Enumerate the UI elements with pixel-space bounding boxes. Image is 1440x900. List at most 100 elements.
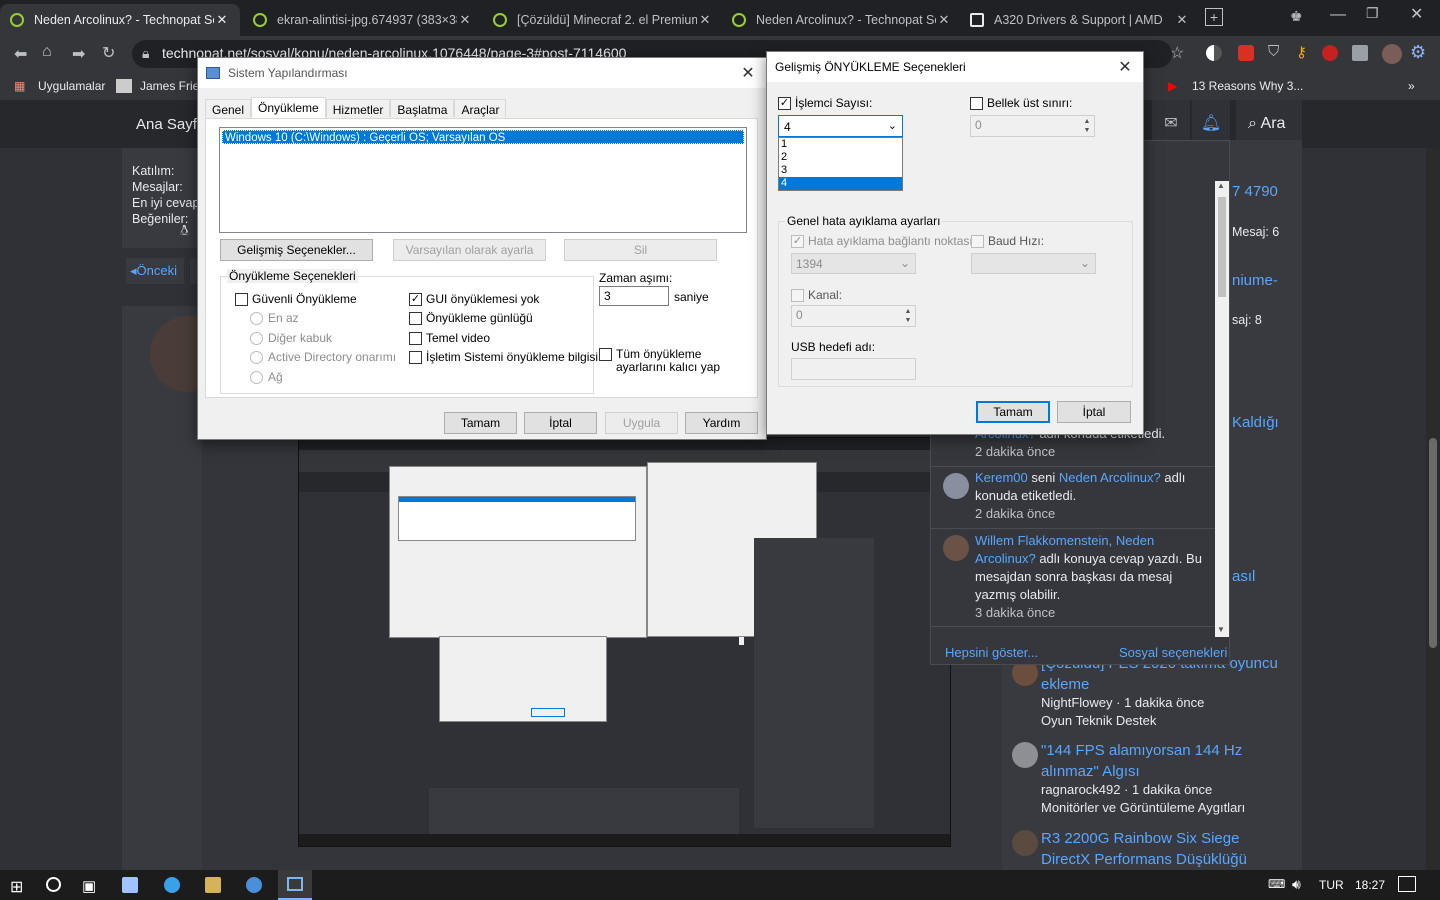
notification-user[interactable]: Willem Flakkomenstein, xyxy=(975,533,1112,548)
os-boot-info-checkbox[interactable]: İşletim Sistemi önyükleme bilgisi xyxy=(409,350,598,364)
extension-icon[interactable] xyxy=(1206,45,1222,61)
key-icon[interactable]: ⚷ xyxy=(1296,43,1307,61)
spinner-icon[interactable]: ▲ ▼ xyxy=(902,307,914,325)
home-icon[interactable]: ⌂ xyxy=(42,43,52,61)
base-video-checkbox[interactable]: Temel video xyxy=(409,331,490,345)
delete-button[interactable]: Sil xyxy=(564,239,717,261)
avatar[interactable] xyxy=(943,473,969,499)
extension-icon[interactable] xyxy=(1238,45,1254,61)
cpu-count-checkbox[interactable]: ✓ İşlemci Sayısı: xyxy=(778,96,872,110)
dropdown-option[interactable]: 1 xyxy=(779,138,902,151)
clock[interactable]: 18:27 xyxy=(1355,878,1385,892)
cpu-count-dropdown[interactable]: 4 ⌄ xyxy=(778,115,903,137)
dropdown-option-selected[interactable]: 4 xyxy=(779,177,902,190)
feed-item-forum[interactable]: Oyun Teknik Destek xyxy=(1041,713,1156,728)
profile-icon[interactable]: ♚ xyxy=(1290,8,1303,25)
browser-tab[interactable]: A320 Drivers & Support | AMD ✕ xyxy=(960,4,1200,36)
scroll-down-icon[interactable]: ▼ xyxy=(1217,625,1225,634)
radio-minimal[interactable]: En az xyxy=(250,311,299,325)
tab-general[interactable]: Genel xyxy=(205,99,252,117)
os-list[interactable]: Windows 10 (C:\Windows) : Geçerli OS; Va… xyxy=(219,127,747,233)
close-icon[interactable]: ✕ xyxy=(457,12,473,28)
edge-icon[interactable] xyxy=(164,877,180,893)
sidebar-snippet[interactable]: 7 4790 xyxy=(1232,183,1278,200)
active-taskbar-app[interactable] xyxy=(278,870,312,900)
search-icon[interactable] xyxy=(46,877,61,892)
minimize-icon[interactable]: — xyxy=(1330,6,1346,24)
show-all-link[interactable]: Hepsini göster... xyxy=(945,645,1038,660)
scrollbar-thumb[interactable] xyxy=(1218,197,1226,297)
avatar[interactable] xyxy=(1012,830,1038,856)
settings-gear-icon[interactable]: ⚙ xyxy=(1410,42,1426,63)
ok-button[interactable]: Tamam xyxy=(976,401,1050,423)
browser-tab[interactable]: Neden Arcolinux? - Technopat Sos ✕ xyxy=(0,4,240,36)
extension-icon[interactable] xyxy=(1352,45,1368,61)
dropdown-option[interactable]: 2 xyxy=(779,151,902,164)
os-list-item[interactable]: Windows 10 (C:\Windows) : Geçerli OS; Va… xyxy=(222,130,744,144)
close-icon[interactable]: ✕ xyxy=(738,63,758,83)
notification-item[interactable]: Kerem00 seni Neden Arcolinux? adlı konud… xyxy=(975,469,1205,523)
tab-startup[interactable]: Başlatma xyxy=(390,99,455,117)
previous-page-button[interactable]: ◂Önceki xyxy=(126,258,184,284)
close-icon[interactable]: ✕ xyxy=(1174,12,1190,28)
bookmark-item[interactable]: Uygulamalar xyxy=(38,79,105,93)
boot-log-checkbox[interactable]: Önyükleme günlüğü xyxy=(409,311,533,325)
apply-button[interactable]: Uygula xyxy=(605,412,678,434)
close-icon[interactable]: ✕ xyxy=(214,12,230,28)
spinner-icon[interactable]: ▲ ▼ xyxy=(1081,117,1093,135)
debug-port-checkbox[interactable]: ✓ Hata ayıklama bağlantı noktası: xyxy=(791,234,976,248)
radio-alternate-shell[interactable]: Diğer kabuk xyxy=(250,331,332,345)
max-memory-input[interactable]: 0 ▲ ▼ xyxy=(970,115,1095,137)
notification-user[interactable]: Kerem00 xyxy=(975,470,1028,485)
notification-link[interactable]: Neden Arcolinux? xyxy=(1059,470,1161,485)
close-icon[interactable]: ✕ xyxy=(697,12,713,28)
feed-item-title[interactable]: "144 FPS alamıyorsan 144 Hz alınmaz" Alg… xyxy=(1041,740,1291,782)
browser-icon[interactable] xyxy=(246,877,262,893)
app-icon[interactable] xyxy=(205,877,221,893)
channel-checkbox[interactable]: Kanal: xyxy=(791,288,842,302)
panel-scrollbar[interactable]: ▲ ▼ xyxy=(1215,181,1229,637)
cancel-button[interactable]: İptal xyxy=(524,412,597,434)
avatar[interactable] xyxy=(1012,742,1038,768)
sidebar-snippet[interactable]: niume- xyxy=(1232,272,1278,289)
back-icon[interactable]: ⬅ xyxy=(14,44,27,64)
shield-icon[interactable]: ⛉ xyxy=(1268,43,1279,60)
debug-port-select[interactable]: 1394 ⌄ xyxy=(791,253,916,274)
sidebar-snippet[interactable]: Kaldığı xyxy=(1232,414,1279,431)
scroll-up-icon[interactable]: ▲ xyxy=(1217,181,1225,190)
radio-active-directory-repair[interactable]: Active Directory onarımı xyxy=(250,350,396,364)
window-close-icon[interactable]: ✕ xyxy=(1410,4,1423,24)
advanced-options-button[interactable]: Gelişmiş Seçenekler... xyxy=(220,239,373,261)
more-bookmarks-icon[interactable]: » xyxy=(1408,79,1415,93)
dropdown-option[interactable]: 3 xyxy=(779,164,902,177)
task-view-icon[interactable]: ▣ xyxy=(82,877,96,895)
scrollbar-thumb[interactable] xyxy=(1429,438,1437,648)
extension-icon[interactable] xyxy=(1322,45,1338,61)
new-tab-icon[interactable]: + xyxy=(1205,8,1223,26)
close-icon[interactable]: ✕ xyxy=(1115,57,1135,77)
app-icon[interactable] xyxy=(122,877,138,893)
restore-icon[interactable]: ❐ xyxy=(1366,5,1379,22)
browser-tab[interactable]: ekran-alintisi-jpg.674937 (383×38 ✕ xyxy=(243,4,483,36)
channel-input[interactable]: 0 ▲ ▼ xyxy=(791,305,916,327)
feed-item-forum[interactable]: Monitörler ve Görüntüleme Aygıtları xyxy=(1041,800,1245,815)
cancel-button[interactable]: İptal xyxy=(1057,401,1131,423)
safe-boot-checkbox[interactable]: Güvenli Önyükleme xyxy=(235,292,357,306)
no-gui-boot-checkbox[interactable]: ✓ GUI önyüklemesi yok xyxy=(409,292,539,306)
apps-grid-icon[interactable]: ▦ xyxy=(14,79,25,93)
page-scrollbar[interactable] xyxy=(1426,148,1440,870)
usb-target-input[interactable] xyxy=(791,358,916,380)
browser-tab[interactable]: [Çözüldü] Minecraf 2. el Premiume ✕ xyxy=(483,4,723,36)
feed-item-title[interactable]: R3 2200G Rainbow Six Siege DirectX Perfo… xyxy=(1041,828,1291,870)
bookmark-item[interactable]: 13 Reasons Why 3... xyxy=(1192,79,1303,93)
reload-icon[interactable]: ↻ xyxy=(102,43,115,63)
set-default-button[interactable]: Varsayılan olarak ayarla xyxy=(393,239,546,261)
notification-item[interactable]: Willem Flakkomenstein, Neden Arcolinux? … xyxy=(975,532,1205,622)
star-icon[interactable]: ☆ xyxy=(1170,43,1184,63)
tab-services[interactable]: Hizmetler xyxy=(325,99,391,117)
avatar[interactable] xyxy=(1382,44,1402,64)
windows-start-icon[interactable]: ⊞ xyxy=(10,877,23,897)
radio-network[interactable]: Ağ xyxy=(250,370,283,384)
social-options-link[interactable]: Sosyal seçenekleri xyxy=(1119,645,1227,660)
avatar[interactable] xyxy=(943,535,969,561)
